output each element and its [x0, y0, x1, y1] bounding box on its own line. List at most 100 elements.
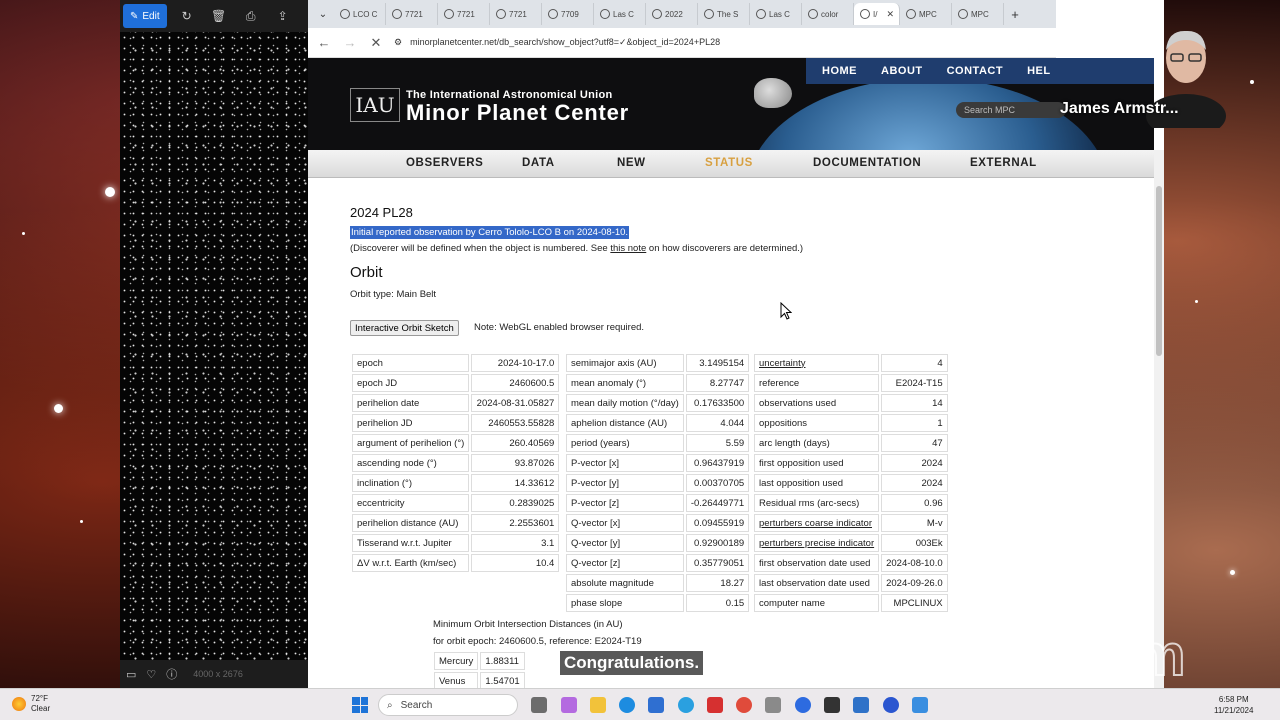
planet-name: Venus [434, 672, 479, 688]
info-icon[interactable]: ⓘ [166, 666, 177, 682]
webgl-note: Note: WebGL enabled browser required. [474, 322, 645, 333]
browser-tab[interactable]: MPC [952, 3, 1004, 25]
trash-icon[interactable]: 🗑 [207, 9, 231, 23]
browser-tab[interactable]: The S [698, 3, 750, 25]
orbit-elements-table: epoch 2024-10-17.0 epoch JD 2460600.5 perihe… [350, 352, 561, 574]
copilot-icon[interactable] [561, 697, 577, 713]
browser-tab[interactable]: LCO C [334, 3, 386, 25]
nav-status[interactable]: STATUS [705, 157, 753, 169]
table-row: semimajor axis (AU) 3.1495154 [566, 354, 750, 372]
row-label: last observation date used [754, 574, 880, 592]
zoom-app-icon[interactable] [883, 697, 899, 713]
browser-tab[interactable]: 7721 [386, 3, 438, 25]
row-label: epoch [352, 354, 470, 372]
row-value: 47 [881, 434, 948, 452]
chrome-icon[interactable] [736, 697, 752, 713]
table-row: perihelion distance (AU) 2.2553601 [352, 514, 560, 532]
nav-about[interactable]: ABOUT [881, 65, 923, 77]
nav-contact[interactable]: CONTACT [947, 65, 1003, 77]
browser-tab[interactable]: MPC [900, 3, 952, 25]
nav-help[interactable]: HEL [1027, 65, 1051, 77]
caption-text: Congratulations. [560, 651, 704, 675]
star-field-image [120, 32, 308, 660]
mpc-header: IAU The International Astronomical Union… [308, 58, 1154, 150]
orbit-type: Orbit type: Main Belt [350, 289, 437, 300]
store-icon[interactable] [648, 697, 664, 713]
row-label-link[interactable]: uncertainty [759, 358, 805, 369]
browser-tab[interactable]: Las C [594, 3, 646, 25]
app-globe-icon[interactable] [795, 697, 811, 713]
row-value: 1 [881, 414, 948, 432]
browser-tab[interactable]: 7721 [438, 3, 490, 25]
center-name[interactable]: Minor Planet Center [406, 100, 629, 126]
nav-documentation[interactable]: DOCUMENTATION [813, 157, 921, 169]
discoverer-note: (Discoverer will be defined when the obj… [350, 243, 804, 254]
tab-favicon-icon [808, 9, 818, 19]
moid-value: 1.88311 [480, 652, 525, 670]
photos-app-icon[interactable] [912, 697, 928, 713]
asteroid-graphic [754, 78, 792, 108]
clock-time: 6:58 PM [1218, 695, 1249, 704]
telescope-app-icon[interactable] [765, 697, 781, 713]
share-icon[interactable]: ⇪ [271, 9, 295, 23]
file-explorer-icon[interactable] [590, 697, 606, 713]
taskbar-search[interactable]: ⌕ Search [378, 694, 518, 716]
stop-loading-icon[interactable]: ✕ [368, 35, 384, 51]
row-label: Q-vector [x] [566, 514, 684, 532]
iau-logo[interactable]: IAU [350, 88, 400, 122]
tab-bar: ⌄ LCO C 7721 7721 7721 7709 Las C 2022 T… [308, 0, 1056, 28]
tab-search-icon[interactable]: ⌄ [312, 3, 334, 25]
clock[interactable]: 6:58 PM 11/21/2024 [1214, 694, 1253, 716]
nav-home[interactable]: HOME [822, 65, 857, 77]
row-label-link[interactable]: perturbers coarse indicator [759, 518, 872, 529]
row-label-link[interactable]: perturbers precise indicator [759, 538, 874, 549]
nav-data[interactable]: DATA [522, 157, 555, 169]
page-scrollbar[interactable] [1154, 150, 1164, 688]
orbit-heading: Orbit [350, 264, 383, 281]
browser-tab[interactable]: 7721 [490, 3, 542, 25]
url-field[interactable]: ⚙ minorplanetcenter.net/db_search/show_o… [394, 32, 1056, 54]
table-row: Mercury 1.88311 [434, 652, 525, 670]
row-value: 2024-08-10.0 [881, 554, 948, 572]
table-row: perturbers precise indicator 003Ek [754, 534, 948, 552]
nav-observers[interactable]: OBSERVERS [406, 157, 483, 169]
filmstrip-icon[interactable]: ▭ [126, 668, 136, 681]
windows-start-icon[interactable] [352, 697, 368, 713]
forward-icon[interactable]: → [342, 35, 358, 50]
browser-tab-active[interactable]: I/✕ [854, 3, 900, 25]
nav-new[interactable]: NEW [617, 157, 646, 169]
tab-favicon-icon [652, 9, 662, 19]
mpc-search-input[interactable]: Search MPC [956, 102, 1066, 118]
new-tab-button[interactable]: + [1004, 7, 1026, 22]
row-value: M-v [881, 514, 948, 532]
scrollbar-thumb[interactable] [1156, 186, 1162, 356]
notepad-icon[interactable] [853, 697, 869, 713]
search-icon: ⌕ [387, 699, 393, 711]
rotate-icon[interactable]: ↻ [175, 9, 199, 23]
nav-external[interactable]: EXTERNAL [970, 157, 1037, 169]
row-value: 3.1 [471, 534, 560, 552]
row-label: aphelion distance (AU) [566, 414, 684, 432]
tab-close-icon[interactable]: ✕ [886, 9, 894, 20]
edge-icon[interactable] [619, 697, 635, 713]
browser-tab[interactable]: 7709 [542, 3, 594, 25]
skype-icon[interactable] [678, 697, 694, 713]
security-icon[interactable] [707, 697, 723, 713]
row-label: ascending node (°) [352, 454, 470, 472]
browser-tab[interactable]: color [802, 3, 854, 25]
browser-tab[interactable]: 2022 [646, 3, 698, 25]
browser-tab[interactable]: Las C [750, 3, 802, 25]
task-view-icon[interactable] [531, 697, 547, 713]
interactive-orbit-sketch-button[interactable]: Interactive Orbit Sketch [350, 320, 459, 336]
back-icon[interactable]: ← [316, 35, 332, 50]
row-label: phase slope [566, 594, 684, 612]
calculator-icon[interactable] [824, 697, 840, 713]
heart-icon[interactable]: ♡ [146, 668, 156, 681]
tab-favicon-icon [756, 9, 766, 19]
print-icon[interactable]: ⎙ [239, 9, 263, 24]
this-note-link[interactable]: this note [610, 243, 646, 254]
edit-button[interactable]: ✎ Edit [123, 4, 167, 28]
table-row: eccentricity 0.2839025 [352, 494, 560, 512]
weather-widget[interactable]: 72°F Clear [12, 694, 50, 714]
site-info-icon[interactable]: ⚙ [394, 37, 402, 48]
